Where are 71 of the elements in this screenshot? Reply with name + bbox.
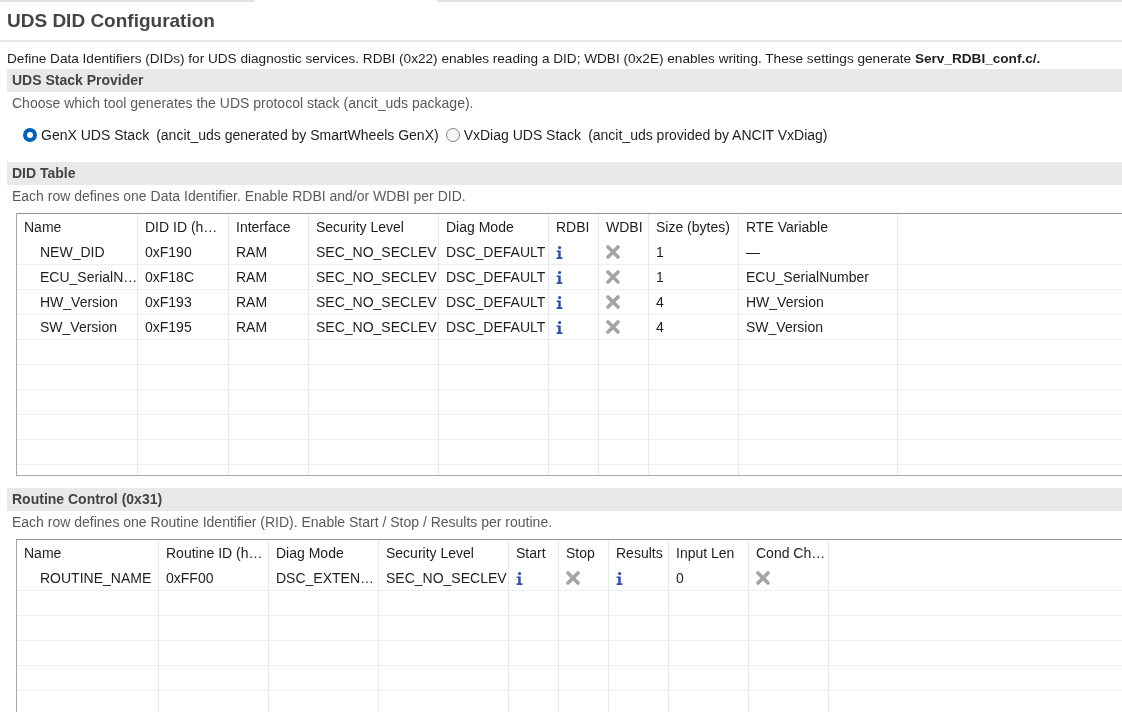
table-cell: DSC_EXTEN…: [269, 566, 379, 590]
column-header[interactable]: Diag Mode: [269, 540, 379, 566]
table-cell: 0xF193: [138, 290, 229, 314]
option-label[interactable]: GenX UDS Stack: [41, 127, 150, 143]
table-cell: SEC_NO_SECLEV: [379, 566, 509, 590]
section-hint: Choose which tool generates the UDS protocol stack (ancit_uds package).: [12, 94, 474, 113]
column-header[interactable]: Name: [17, 540, 159, 566]
option-label[interactable]: VxDiag UDS Stack: [463, 127, 582, 143]
column-header[interactable]: Security Level: [379, 540, 509, 566]
table-cell: RAM: [229, 290, 309, 314]
column-header[interactable]: WDBI: [599, 214, 649, 240]
table-cell: 1: [649, 240, 739, 264]
column-header[interactable]: Security Level: [309, 214, 439, 240]
column-header[interactable]: RTE Variable: [739, 214, 898, 240]
table-cell: SW_Version: [17, 315, 138, 339]
table-cell: ECU_SerialNumber: [739, 265, 898, 289]
table-cell: DSC_DEFAULT: [439, 315, 549, 339]
table-cell: NEW_DID: [17, 240, 138, 264]
table-cell: 0xF190: [138, 240, 229, 264]
info-icon[interactable]: [556, 270, 563, 284]
table-cell: 0: [669, 566, 749, 590]
section-hint: Each row defines one Routine Identifier (RID). Enable Start / Stop / Results per routine.: [12, 513, 553, 532]
table-cell: RAM: [229, 240, 309, 264]
info-icon[interactable]: [516, 571, 523, 585]
radio-button[interactable]: [445, 128, 460, 142]
section-header: Routine Control (0x31): [7, 488, 1122, 511]
info-icon[interactable]: [616, 571, 623, 585]
page-title: UDS DID Configuration: [7, 9, 215, 33]
column-header[interactable]: Size (bytes): [649, 214, 739, 240]
table-cell: —: [739, 240, 898, 264]
column-header[interactable]: Diag Mode: [439, 214, 549, 240]
info-icon[interactable]: [556, 245, 563, 259]
table-cell: ECU_SerialN…: [17, 265, 138, 289]
table-cell: HW_Version: [17, 290, 138, 314]
table-cell: HW_Version: [739, 290, 898, 314]
table-cell: ROUTINE_NAME: [17, 566, 159, 590]
table-cell: DSC_DEFAULT: [439, 290, 549, 314]
table-cell: SEC_NO_SECLEV: [309, 240, 439, 264]
table-cell: 0xF18C: [138, 265, 229, 289]
table-cell: RAM: [229, 265, 309, 289]
table-cell: SEC_NO_SECLEV: [309, 315, 439, 339]
table-cell: RAM: [229, 315, 309, 339]
table-cell: 1: [649, 265, 739, 289]
table-cell: DSC_DEFAULT: [439, 240, 549, 264]
section-header: DID Table: [7, 162, 1122, 185]
column-header[interactable]: Input Len: [669, 540, 749, 566]
column-header[interactable]: Cond Ch…: [749, 540, 829, 566]
table-cell: 0xFF00: [159, 566, 269, 590]
section-hint: Each row defines one Data Identifier. Enable RDBI and/or WDBI per DID.: [12, 187, 466, 206]
table-cell: SW_Version: [739, 315, 898, 339]
column-header[interactable]: RDBI: [549, 214, 599, 240]
table-cell: 4: [649, 315, 739, 339]
section-header: UDS Stack Provider: [7, 69, 1122, 92]
table-cell: SEC_NO_SECLEV: [309, 265, 439, 289]
option-note: (ancit_uds provided by ANCIT VxDiag): [588, 127, 828, 143]
description: Define Data Identifiers (DIDs) for UDS diagnostic services. RDBI (0x22) enables reading a DID; WDBI (0x2E) enables writing. These settings generate Serv_RDBI_conf.c/.: [7, 50, 1041, 68]
column-header[interactable]: Stop: [559, 540, 609, 566]
radio-button[interactable]: [23, 128, 37, 142]
table-cell: 0xF195: [138, 315, 229, 339]
column-header[interactable]: Start: [509, 540, 559, 566]
table-cell: DSC_DEFAULT: [439, 265, 549, 289]
option-note: (ancit_uds generated by SmartWheels GenX): [156, 127, 439, 143]
column-header[interactable]: Interface: [229, 214, 309, 240]
column-header[interactable]: Name: [17, 214, 138, 240]
info-icon[interactable]: [556, 295, 563, 309]
info-icon[interactable]: [556, 320, 563, 334]
column-header[interactable]: Routine ID (h…: [159, 540, 269, 566]
table-cell: 4: [649, 290, 739, 314]
column-header[interactable]: DID ID (h…: [138, 214, 229, 240]
column-header[interactable]: Results: [609, 540, 669, 566]
table-cell: SEC_NO_SECLEV: [309, 290, 439, 314]
